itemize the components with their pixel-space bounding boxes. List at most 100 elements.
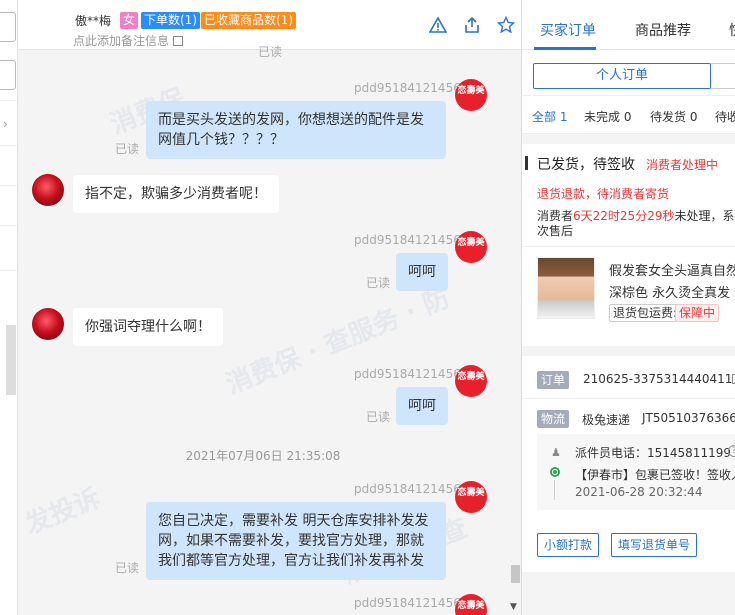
filter-to-ship[interactable]: 待发货 0	[650, 108, 697, 125]
small-payment-button[interactable]: 小额打款	[537, 533, 600, 557]
scroll-down-arrow-icon[interactable]: ▼	[510, 602, 517, 612]
sender-id: pdd95184121456	[354, 596, 461, 610]
help-icon[interactable]: ?	[728, 445, 735, 457]
other-orders-button[interactable]	[711, 63, 735, 89]
divider	[0, 145, 18, 146]
left-collapsed-control-2[interactable]	[0, 60, 16, 90]
seller-avatar: 恋壽美	[455, 365, 487, 397]
left-strip: ›	[0, 0, 18, 615]
personal-orders-button[interactable]: 个人订单	[533, 63, 711, 89]
date-separator: 2021年07月06日 21:35:08	[185, 449, 341, 463]
buyer-avatar	[32, 174, 64, 206]
return-shipping-tag: 退货包运费:	[609, 304, 682, 322]
timer-prefix: 消费者	[537, 209, 574, 223]
order-subtabs: 个人订单	[522, 51, 735, 96]
left-collapsed-control[interactable]	[0, 12, 16, 42]
tracking-number[interactable]: JT5051037636659	[642, 411, 735, 425]
watermark: 消费保 · 查服务 · 防	[221, 283, 454, 401]
timer-suffix: 未处理，系统	[674, 209, 735, 223]
filter-to-receive[interactable]: 待收	[715, 108, 735, 125]
shipping-company: 极兔速递	[582, 413, 631, 427]
product-image[interactable]	[537, 257, 595, 319]
divider	[0, 225, 18, 226]
sender-id: pdd95184121456	[354, 482, 461, 496]
customer-name: 傲**梅	[75, 14, 112, 28]
section-gap	[522, 134, 735, 144]
after-sales-text: 次售后	[537, 224, 574, 238]
seller-avatar: 恋壽美	[455, 481, 487, 513]
sender-id: pdd95184121456	[354, 81, 461, 95]
order-panel: 买家订单 商品推荐 快 个人订单 全部 1 未完成 0 待发货 0 待收 已发货…	[521, 0, 735, 615]
share-icon[interactable]	[462, 16, 482, 36]
message-bubble-incoming: 你强词夺理什么啊！	[73, 308, 223, 346]
chat-scrollbar[interactable]: ▼	[508, 51, 521, 615]
favorites-count-tag[interactable]: 已收藏商品数(1)	[201, 12, 296, 29]
seller-avatar-text: 恋壽美	[457, 488, 485, 498]
message-bubble-outgoing: 呵呵	[396, 253, 448, 291]
timer-value: 6天22时25分29秒	[573, 209, 675, 223]
order-label: 订单	[537, 371, 570, 389]
divider	[0, 185, 18, 186]
remark-text: 点此添加备注信息	[73, 34, 170, 48]
star-icon[interactable]	[496, 15, 516, 36]
panel-tabs: 买家订单 商品推荐 快	[522, 0, 735, 50]
fill-return-number-button[interactable]: 填写退货单号	[611, 533, 698, 557]
read-status: 已读	[258, 45, 283, 59]
chevron-right-icon[interactable]: ›	[3, 117, 8, 131]
tab-buyer-orders[interactable]: 买家订单	[540, 20, 596, 40]
read-status: 已读	[115, 142, 140, 156]
read-status: 已读	[366, 410, 391, 424]
read-status: 已读	[366, 276, 391, 290]
status-tag: 消费者处理中	[646, 158, 719, 172]
message-list: 消费保 消费保 · 查服务 · 防 发投诉 消费保 · 查 已读 pdd9518…	[18, 45, 508, 615]
message-bubble-outgoing: 呵呵	[396, 387, 448, 425]
buyer-avatar	[32, 308, 64, 340]
section-gap	[522, 572, 735, 615]
divider	[0, 100, 18, 101]
seller-avatar-text: 恋壽美	[457, 86, 485, 96]
tracking-event-time: 2021-06-28 20:32:44	[575, 485, 703, 499]
order-number[interactable]: 210625-337531444041175	[583, 372, 735, 386]
orders-count-tag[interactable]: 下单数(1)	[141, 12, 200, 29]
seller-avatar: 恋壽美	[455, 231, 487, 263]
gender-tag: 女	[120, 12, 139, 29]
status-marker	[525, 156, 528, 170]
seller-avatar: 恋壽美	[455, 79, 487, 111]
message-bubble-outgoing: 而是买头发送的发网，你想想送的配件是发网值几个钱？？？？	[146, 101, 446, 159]
scrollbar-thumb[interactable]	[511, 565, 520, 583]
seller-avatar-text: 恋壽美	[457, 601, 485, 611]
seller-avatar-text: 恋壽美	[457, 372, 485, 382]
warning-icon[interactable]	[428, 16, 448, 36]
sender-id: pdd95184121456	[354, 233, 461, 247]
divider	[522, 246, 735, 247]
message-bubble-outgoing: 您自己决定，需要补发 明天仓库安排补发发网，如果不需要补发，要找官方处理，那就我…	[146, 502, 446, 580]
seller-avatar-text: 恋壽美	[457, 238, 485, 248]
tracking-status-dot-icon	[550, 467, 560, 477]
divider	[522, 398, 735, 399]
message-bubble-incoming: 指不定，欺骗多少消费者呢！	[73, 175, 279, 213]
protection-tag: 保障中	[675, 304, 720, 322]
section-gap	[522, 346, 735, 356]
filter-all[interactable]: 全部 1	[532, 108, 567, 125]
tab-product-recommend[interactable]: 商品推荐	[635, 20, 691, 40]
active-tab-indicator	[534, 47, 596, 50]
chat-window: 傲**梅 女 下单数(1) 已收藏商品数(1) 点此添加备注信息 消费保 消费保…	[18, 0, 521, 615]
read-status: 已读	[115, 561, 140, 575]
product-spec: 深棕色 永久烫全真发【	[609, 286, 735, 301]
sender-id: pdd95184121456	[354, 367, 461, 381]
filter-unfinished[interactable]: 未完成 0	[584, 108, 631, 125]
refund-status: 退货退款，待消费者寄货	[537, 187, 670, 201]
remark-link[interactable]: 点此添加备注信息	[73, 32, 184, 49]
left-scroll-thumb[interactable]	[6, 325, 16, 395]
shipping-label: 物流	[537, 410, 570, 428]
status-title: 已发货，待签收	[537, 157, 635, 173]
tracking-latest-event: 【伊春市】包裹已签收！签收人	[575, 468, 735, 482]
order-filters: 全部 1 未完成 0 待发货 0 待收	[522, 96, 735, 134]
tracking-timeline-line	[554, 480, 555, 500]
courier-phone: 派件员电话：15145811199	[575, 446, 731, 460]
product-title[interactable]: 假发套女全头逼真自然短	[609, 260, 735, 279]
tab-more[interactable]: 快	[729, 20, 735, 40]
watermark: 发投诉	[21, 483, 105, 541]
person-icon: ♟	[551, 446, 561, 459]
edit-icon	[173, 36, 184, 46]
